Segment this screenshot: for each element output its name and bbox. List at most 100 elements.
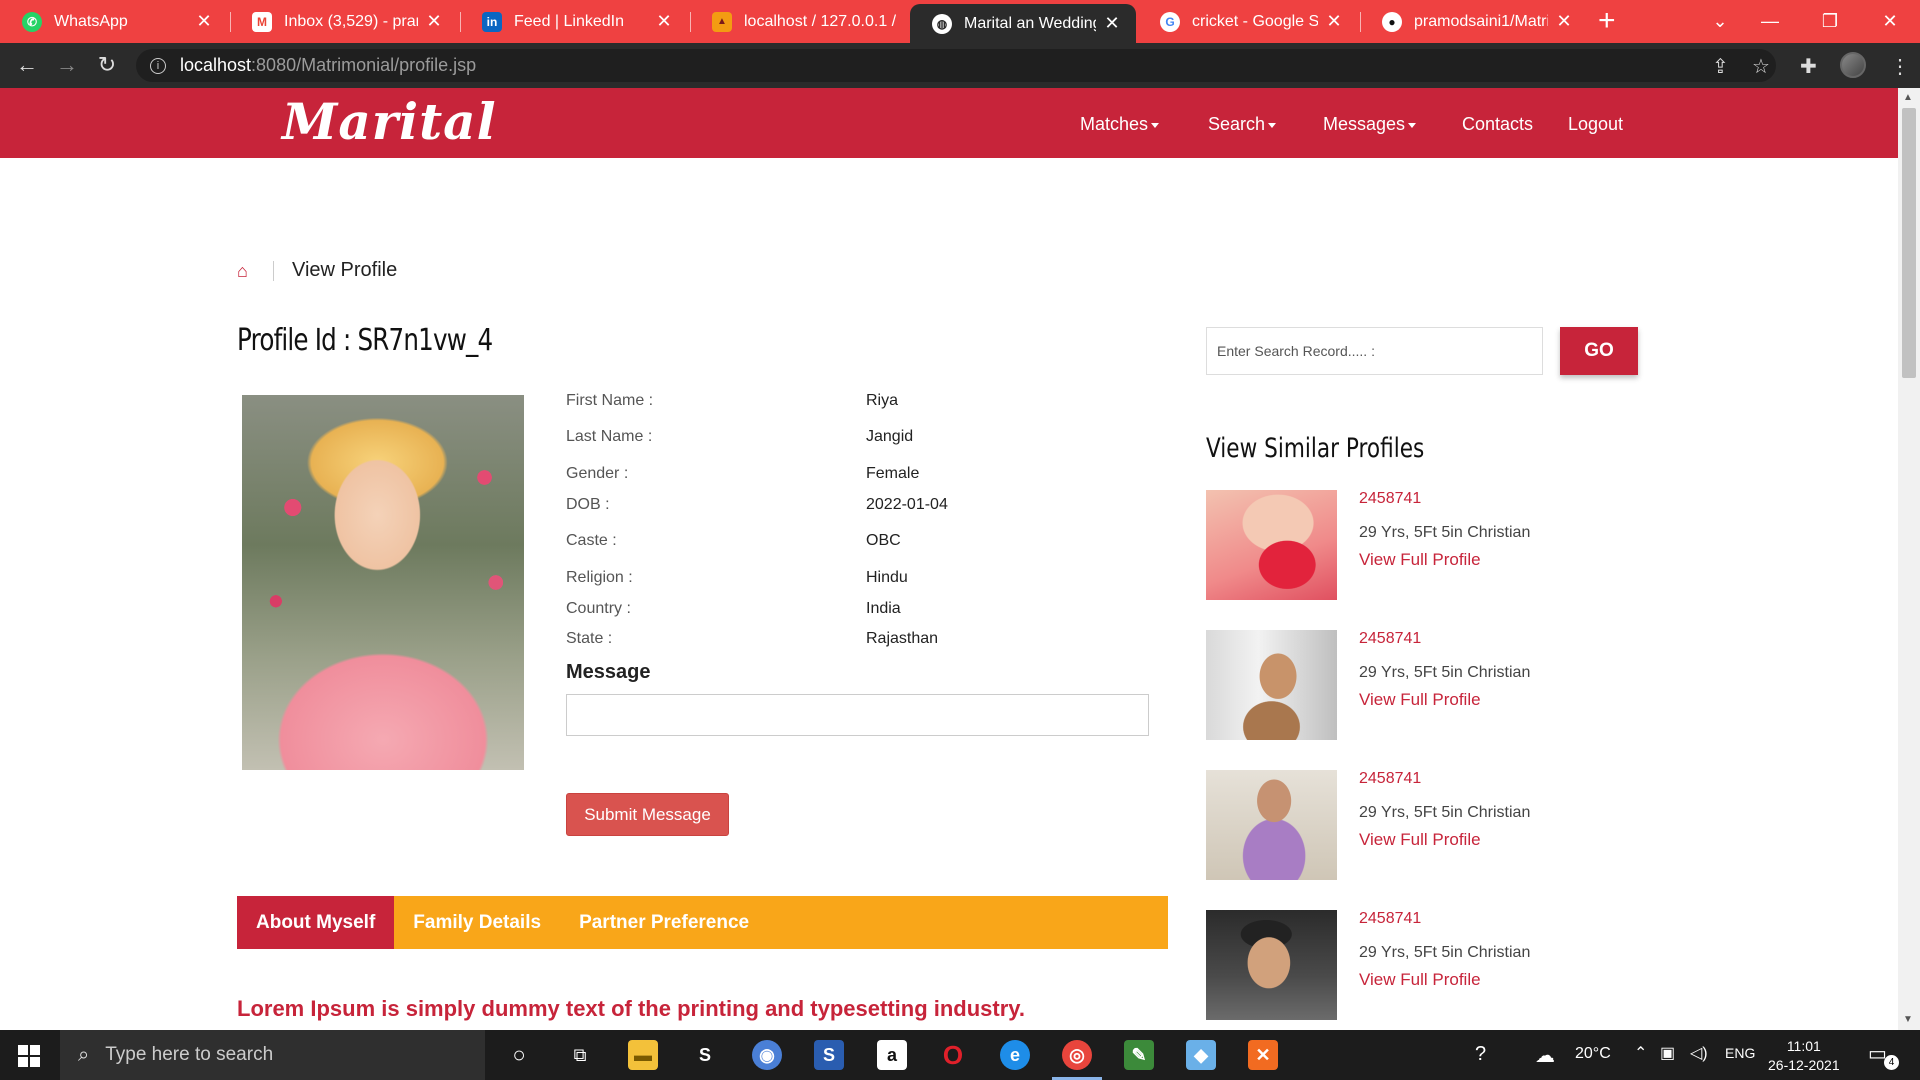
field-value-state: Rajasthan (866, 630, 939, 647)
forward-icon[interactable]: → (52, 50, 82, 80)
breadcrumb-current: View Profile (292, 259, 398, 281)
tab-whatsapp[interactable]: ✆ WhatsApp ✕ (0, 0, 228, 43)
view-full-profile-link[interactable]: View Full Profile (1359, 550, 1481, 570)
tab-title: pramodsaini1/Matrin (1414, 12, 1548, 30)
file-explorer-icon[interactable]: ▬ (628, 1040, 658, 1070)
menu-messages[interactable]: Messages (1323, 114, 1417, 135)
globe-icon: ◍ (932, 13, 952, 34)
edge-icon[interactable]: e (1000, 1040, 1030, 1070)
opera-icon[interactable]: O (938, 1040, 968, 1070)
tray-chevron-icon[interactable]: ⌃ (1634, 1043, 1647, 1063)
amazon-icon[interactable]: a (877, 1040, 907, 1070)
similar-profile-id[interactable]: 2458741 (1359, 910, 1421, 928)
message-input[interactable] (566, 694, 1149, 736)
bookmark-star-icon[interactable]: ☆ (1752, 54, 1770, 79)
new-tab-icon[interactable]: + (1598, 4, 1616, 38)
tab-linkedin[interactable]: in Feed | LinkedIn ✕ (460, 0, 688, 43)
close-icon[interactable]: ✕ (424, 11, 444, 32)
home-icon[interactable]: ⌂ (237, 262, 255, 280)
breadcrumb: ⌂ View Profile (237, 259, 397, 282)
similar-profile-photo[interactable] (1206, 630, 1337, 740)
tab-title: cricket - Google Sear (1192, 12, 1318, 30)
language-indicator[interactable]: ENG (1725, 1045, 1755, 1061)
url-host: localhost (180, 55, 252, 75)
tab-partner-preference[interactable]: Partner Preference (560, 896, 768, 949)
url-bar[interactable]: i localhost:8080/Matrimonial/profile.jsp (136, 49, 1776, 82)
similar-profile-id[interactable]: 2458741 (1359, 630, 1421, 648)
clock[interactable]: 11:01 26-12-2021 (1768, 1037, 1840, 1075)
volume-icon[interactable]: ◁) (1690, 1043, 1708, 1063)
minimize-icon[interactable]: — (1740, 0, 1800, 43)
virtualbox-icon[interactable]: ◆ (1186, 1040, 1216, 1070)
github-icon: ● (1382, 11, 1402, 32)
view-full-profile-link[interactable]: View Full Profile (1359, 690, 1481, 710)
scroll-thumb[interactable] (1902, 108, 1916, 378)
whatsapp-icon: ✆ (22, 11, 42, 32)
close-icon[interactable]: ✕ (1554, 11, 1574, 32)
field-value-country: India (866, 600, 901, 617)
site-logo[interactable]: Marital (282, 92, 497, 151)
task-view-icon[interactable]: ⧉ (565, 1040, 595, 1070)
xampp-icon[interactable]: ✕ (1248, 1040, 1278, 1070)
extensions-icon[interactable]: ✚ (1800, 54, 1817, 79)
weather-icon[interactable]: ☁ (1535, 1043, 1555, 1068)
similar-profile-photo[interactable] (1206, 770, 1337, 880)
field-value-gender: Female (866, 465, 920, 482)
page-title: Profile Id : SR7n1vw_4 (237, 323, 493, 358)
tab-about-myself[interactable]: About Myself (237, 896, 395, 949)
field-value-last-name: Jangid (866, 428, 914, 445)
view-full-profile-link[interactable]: View Full Profile (1359, 970, 1481, 990)
close-icon[interactable]: ✕ (194, 11, 214, 32)
vscode-icon[interactable]: S (814, 1040, 844, 1070)
field-value-caste: OBC (866, 532, 901, 549)
sublime-icon[interactable]: S (690, 1040, 720, 1070)
search-input[interactable] (1206, 327, 1543, 375)
scroll-down-icon[interactable]: ▼ (1903, 1014, 1913, 1025)
close-icon[interactable]: ✕ (1102, 13, 1122, 34)
avatar[interactable] (1840, 52, 1866, 78)
notepadplusplus-icon[interactable]: ✎ (1124, 1040, 1154, 1070)
back-icon[interactable]: ← (12, 50, 42, 80)
submit-message-button[interactable]: Submit Message (566, 793, 729, 836)
more-menu-icon[interactable]: ⋮ (1890, 54, 1910, 79)
menu-logout[interactable]: Logout (1568, 114, 1623, 135)
tab-google[interactable]: G cricket - Google Sear ✕ (1138, 0, 1358, 43)
similar-profile-id[interactable]: 2458741 (1359, 490, 1421, 508)
field-value-religion: Hindu (866, 569, 908, 586)
close-icon[interactable]: ✕ (654, 11, 674, 32)
close-window-icon[interactable]: ✕ (1860, 0, 1920, 43)
similar-profile-photo[interactable] (1206, 910, 1337, 1020)
similar-profile-id[interactable]: 2458741 (1359, 770, 1421, 788)
scroll-up-icon[interactable]: ▲ (1903, 92, 1913, 103)
tab-gmail[interactable]: M Inbox (3,529) - pramo ✕ (230, 0, 458, 43)
restore-icon[interactable]: ❐ (1800, 0, 1860, 43)
temperature[interactable]: 20°C (1575, 1045, 1611, 1063)
caret-down-icon (1151, 122, 1160, 128)
url-path: :8080/Matrimonial/profile.jsp (251, 55, 477, 75)
share-icon[interactable]: ⇪ (1712, 54, 1729, 79)
tab-title: Marital an Wedding C (964, 14, 1096, 32)
cortana-icon[interactable]: ○ (504, 1040, 534, 1070)
menu-matches[interactable]: Matches (1080, 114, 1160, 135)
tab-github[interactable]: ● pramodsaini1/Matrin ✕ (1360, 0, 1588, 43)
close-icon[interactable]: ✕ (1324, 11, 1344, 32)
help-icon[interactable]: ? (1475, 1043, 1486, 1066)
tab-marital-active[interactable]: ◍ Marital an Wedding C ✕ (910, 4, 1136, 43)
windows-start-icon[interactable] (18, 1045, 40, 1067)
menu-search[interactable]: Search (1208, 114, 1277, 135)
network-icon[interactable]: ▣ (1660, 1043, 1675, 1063)
go-button[interactable]: GO (1560, 327, 1638, 375)
tab-phpmyadmin[interactable]: ▲ localhost / 127.0.0.1 / (690, 0, 910, 43)
view-full-profile-link[interactable]: View Full Profile (1359, 830, 1481, 850)
site-header: Marital Matches Search Messages Contacts… (0, 88, 1898, 158)
taskbar-search[interactable]: ⌕ Type here to search (60, 1030, 485, 1080)
chrome-icon[interactable]: ◎ (1062, 1040, 1092, 1070)
site-info-icon[interactable]: i (150, 57, 166, 74)
chromium-icon[interactable]: ◉ (752, 1040, 782, 1070)
field-label-first-name: First Name : (566, 392, 654, 409)
field-label-last-name: Last Name : (566, 428, 653, 445)
similar-profile-photo[interactable] (1206, 490, 1337, 600)
tab-family-details[interactable]: Family Details (394, 896, 560, 949)
menu-contacts[interactable]: Contacts (1462, 114, 1533, 135)
reload-icon[interactable]: ↻ (92, 50, 122, 80)
